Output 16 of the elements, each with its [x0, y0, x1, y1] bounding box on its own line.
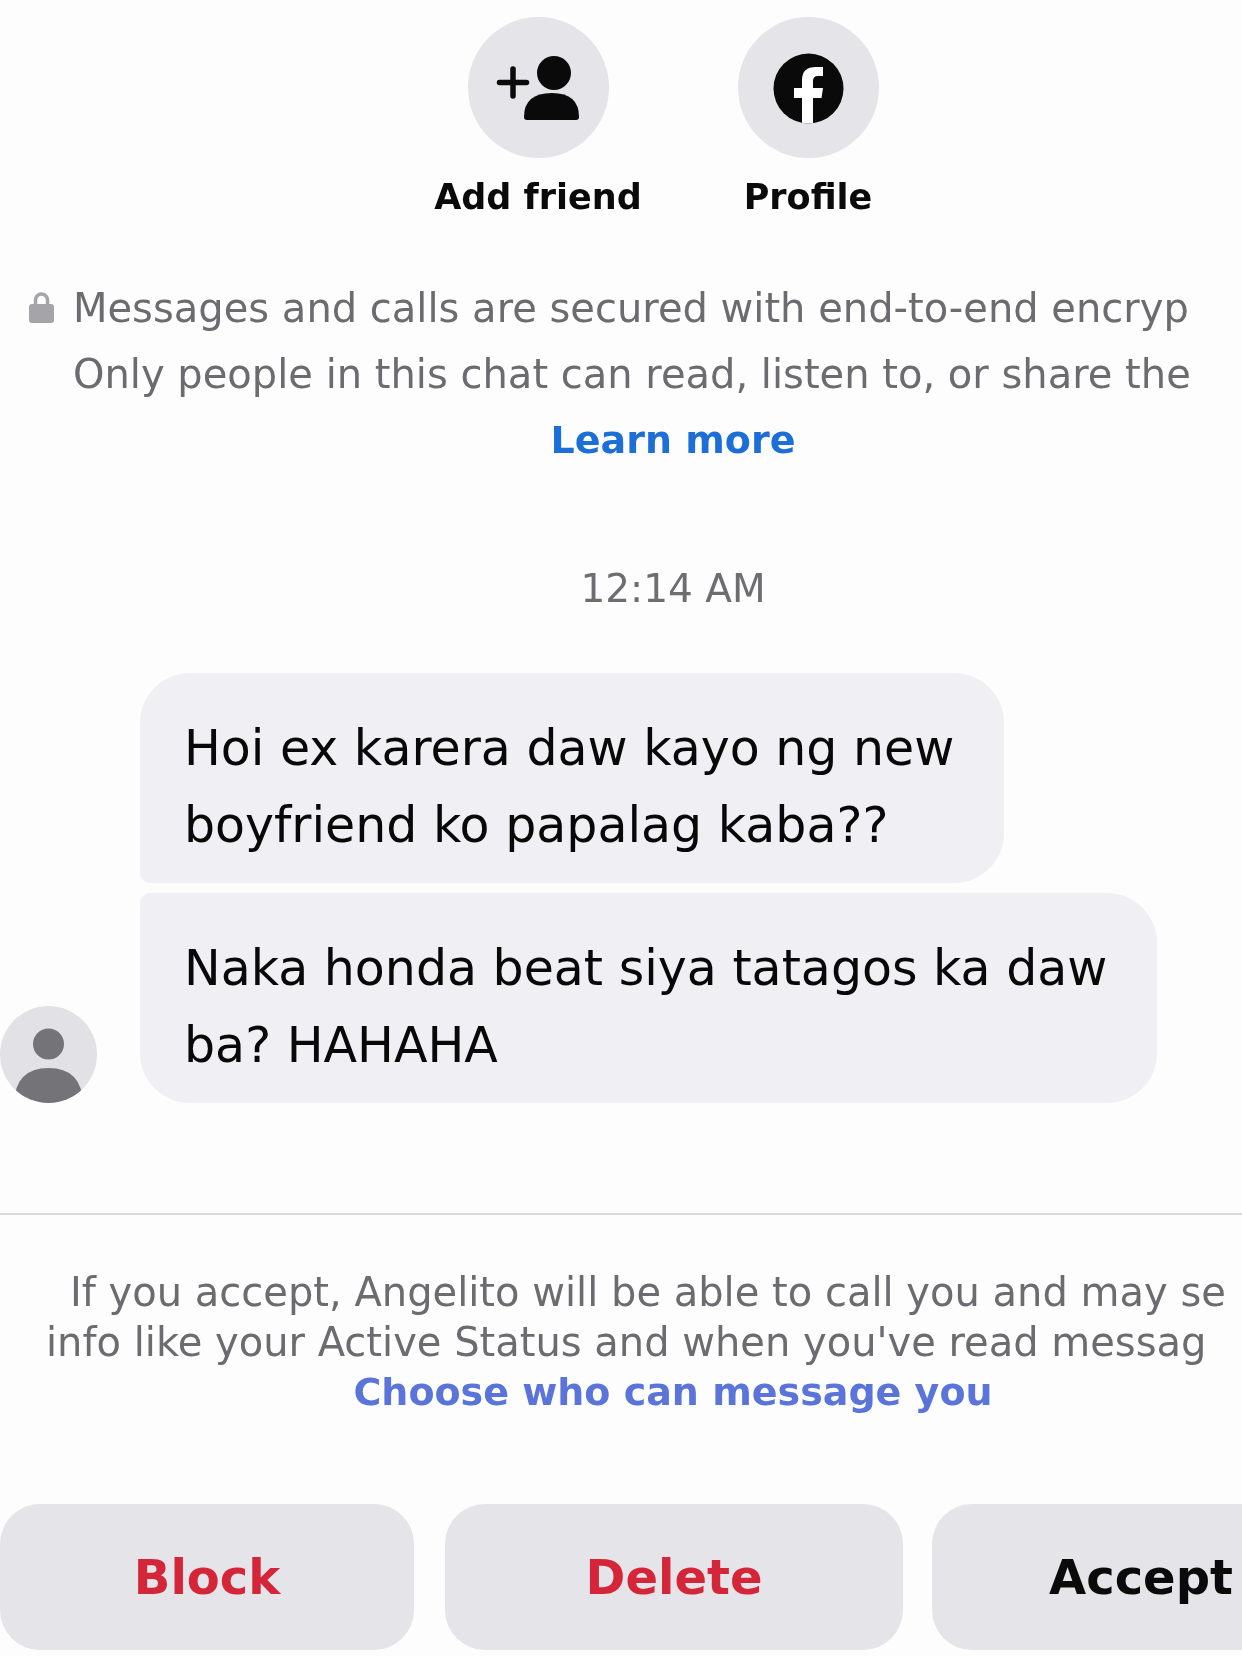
encryption-notice-text: Messages and calls are secured with end-to-end encryp Only people in this chat can read, listen to, or share the — [73, 284, 1191, 399]
logo-icon — [737, 17, 879, 158]
accept-button[interactable]: Accept — [932, 1504, 1242, 1650]
message-settings-link[interactable]: Choose who can message you — [353, 1370, 993, 1414]
profile-button[interactable]: Profile — [693, 17, 923, 221]
add-friend-button[interactable]: Add friend — [423, 17, 653, 221]
timestamp: 12:14 AM — [580, 566, 766, 611]
lock-icon — [28, 290, 55, 323]
avatar-icon — [0, 1006, 97, 1103]
request-notice-text: If you accept, Angelito will be able to call you and may se info like your Active Status and when you've read messag — [45, 1268, 1227, 1367]
delete-button[interactable]: Delete — [445, 1504, 903, 1650]
learn-more-link[interactable]: Learn more — [550, 418, 796, 462]
block-button[interactable]: Block — [0, 1504, 414, 1650]
person-plus-icon — [467, 17, 609, 158]
message-bubble: Naka honda beat siya tatagos ka daw ba? HAHAHA — [140, 893, 1158, 1103]
message-bubble: Hoi ex karera daw kayo ng new boyfriend ko papalag kaba?? — [140, 673, 1005, 883]
